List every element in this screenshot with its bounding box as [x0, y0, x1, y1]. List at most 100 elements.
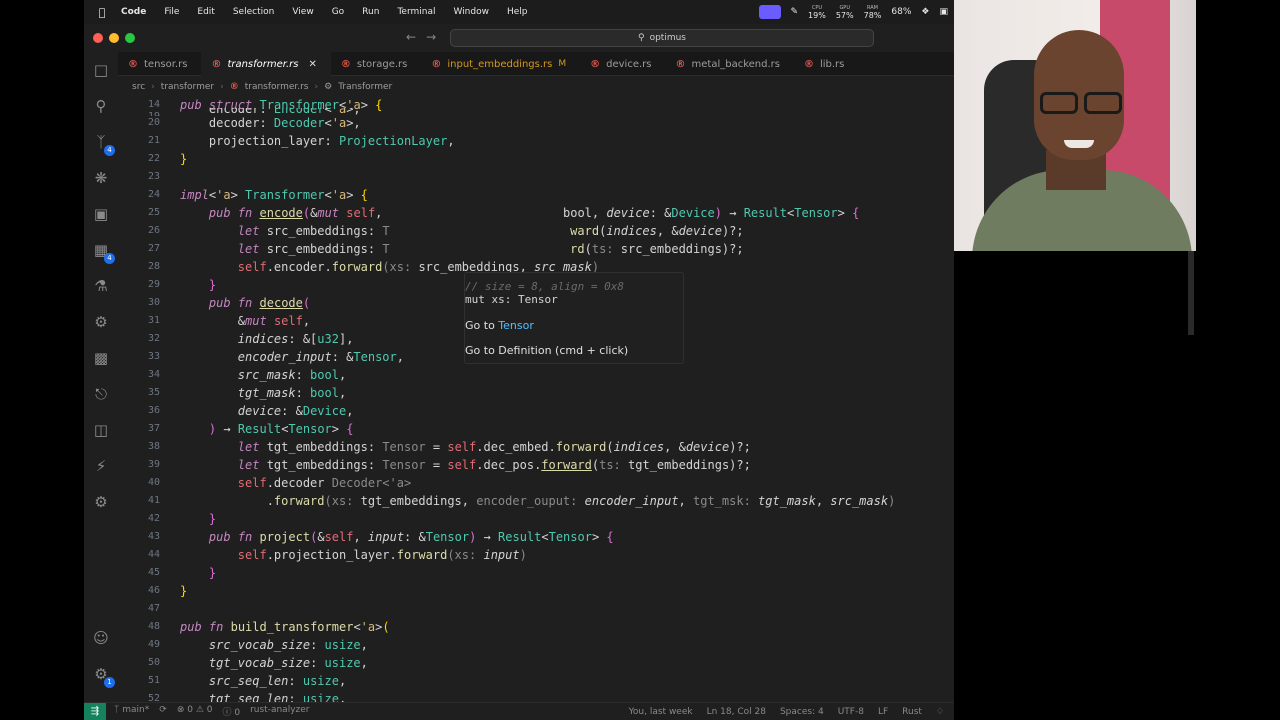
back-arrow-icon[interactable]: ← [406, 30, 416, 44]
code-line: 50 tgt_vocab_size: usize, [147, 656, 368, 670]
forward-arrow-icon[interactable]: → [426, 30, 436, 44]
branch-indicator[interactable]: ᛉ main* [114, 705, 149, 718]
screen-share-icon[interactable] [758, 5, 781, 19]
rust-file-icon: ® [211, 58, 222, 70]
status-bar: ⇶ ᛉ main* ⟳ ⊗ 0 ⚠ 0 ⓘ 0 rust-analyzer Yo… [84, 702, 954, 720]
notifications-bell-icon[interactable]: ♢ [936, 707, 944, 717]
code-line: 41 .forward(xs: tgt_embeddings, encoder_… [147, 494, 896, 508]
manage-badge: 1 [104, 677, 115, 688]
code-line: 37 ) → Result<Tensor> { [147, 422, 354, 436]
menu-app[interactable]: Code [112, 7, 155, 17]
menu-help[interactable]: Help [498, 7, 537, 17]
zoom-window-button[interactable] [125, 33, 135, 43]
copilot-icon[interactable]: ⚙ [91, 312, 111, 332]
tab-tensor[interactable]: ® tensor.rs [118, 52, 201, 76]
tab-transformer[interactable]: ® transformer.rs ✕ [201, 52, 331, 76]
cpu-stat[interactable]: CPU 19% [808, 5, 826, 20]
close-window-button[interactable] [93, 33, 103, 43]
menu-terminal[interactable]: Terminal [388, 7, 444, 17]
close-tab-icon[interactable]: ✕ [308, 59, 316, 70]
command-center-search[interactable]: ⚲ optimus [450, 29, 874, 47]
breadcrumb: src › transformer › ® transformer.rs › ⚙ Tr… [132, 80, 392, 94]
thunder-icon[interactable]: ⚡ [91, 456, 111, 476]
menu-file[interactable]: File [155, 7, 188, 17]
webcam-overlay [954, 0, 1196, 251]
editor-tabs: ® tensor.rs ® transformer.rs ✕ ® storage.rs … [118, 52, 954, 76]
ram-stat[interactable]: RAM 78% [864, 5, 882, 20]
menu-window[interactable]: Window [444, 7, 498, 17]
tab-device[interactable]: ® device.rs [580, 52, 665, 76]
containers-icon[interactable]: ◫ [91, 420, 111, 440]
modified-badge: M [558, 59, 567, 69]
breadcrumb-file[interactable]: transformer.rs [245, 82, 309, 92]
problems-indicator[interactable]: ⊗ 0 ⚠ 0 [177, 705, 213, 718]
breadcrumb-folder[interactable]: transformer [161, 82, 214, 92]
chevron-right-icon: › [220, 82, 224, 92]
editor-scrollbar[interactable] [1188, 251, 1194, 335]
info-indicator[interactable]: ⓘ 0 [222, 705, 240, 718]
search-icon: ⚲ [637, 33, 645, 43]
code-line: 20 decoder: Decoder<'a>, [147, 116, 361, 130]
tab-storage[interactable]: ® storage.rs [331, 52, 422, 76]
vscode-window: ← → ⚲ optimus □ ⚲ ᛉ4 ❋ ▣ ▦ 4 ⚗ ⚙ ▩ ⎋ ◫ ⚡ … [84, 24, 954, 720]
menu-run[interactable]: Run [353, 7, 388, 17]
glasses [1036, 92, 1128, 114]
indentation[interactable]: Spaces: 4 [780, 707, 824, 717]
apple-icon[interactable]:  [92, 6, 112, 19]
lsp-status[interactable]: rust-analyzer [250, 705, 309, 718]
explorer-icon[interactable]: □ [91, 60, 111, 80]
macos-menubar:  Code File Edit Selection View Go Run T… [84, 0, 954, 24]
source-control-icon[interactable]: ᛉ4 [91, 132, 115, 156]
menu-view[interactable]: View [283, 7, 322, 17]
code-line: 35 tgt_mask: bool, [147, 386, 347, 400]
git-graph-icon[interactable]: ⎋ [91, 384, 111, 404]
extensions-icon[interactable]: ▦ 4 [91, 240, 115, 264]
minimize-window-button[interactable] [109, 33, 119, 43]
gpu-stat[interactable]: GPU 57% [836, 5, 854, 20]
tab-metal-backend[interactable]: ® metal_backend.rs [666, 52, 794, 76]
rust-file-icon: ® [590, 58, 601, 70]
goto-definition-link[interactable]: Go to Definition (cmd + click) [465, 344, 628, 357]
manage-gear-icon[interactable]: ⚙ 1 [91, 664, 115, 688]
menu-go[interactable]: Go [323, 7, 353, 17]
docker-icon[interactable]: ▩ [91, 348, 111, 368]
debug-icon[interactable]: ❋ [91, 168, 111, 188]
code-editor[interactable]: 14pub struct Transformer<'a> { 19 encode… [118, 96, 954, 702]
git-blame[interactable]: You, last week [629, 707, 693, 717]
hover-layout-comment: // size = 8, align = 0x8 [465, 280, 624, 293]
testing-icon[interactable]: ⚗ [91, 276, 111, 296]
language-mode[interactable]: Rust [902, 707, 922, 717]
code-line: 38 let tgt_embeddings: Tensor = self.dec… [147, 440, 751, 454]
code-line: 45 } [147, 566, 217, 580]
line-endings[interactable]: LF [878, 707, 888, 717]
encoding[interactable]: UTF-8 [838, 707, 864, 717]
tab-input-embeddings[interactable]: ® input_embeddings.rs M [421, 52, 580, 76]
code-line: 22} [147, 152, 188, 166]
struct-icon: ⚙ [324, 82, 333, 92]
breadcrumb-symbol[interactable]: Transformer [338, 82, 392, 92]
menu-edit[interactable]: Edit [188, 7, 223, 17]
code-line: 42 } [147, 512, 217, 526]
goto-type-link[interactable]: Go to Tensor [465, 319, 534, 332]
settings-sync-icon[interactable]: ⚙ [91, 492, 111, 512]
breadcrumb-src[interactable]: src [132, 82, 145, 92]
brush-icon[interactable]: ✎ [791, 7, 799, 17]
tab-lib[interactable]: ® lib.rs [794, 52, 858, 76]
code-line: 52 tgt_seq_len: usize, [147, 692, 347, 702]
code-line: 26 let src_embeddings: T ward(indices, &… [147, 224, 744, 238]
code-line: 25 pub fn encode(&mut self, bool, device… [147, 206, 860, 220]
remote-explorer-icon[interactable]: ▣ [91, 204, 111, 224]
rust-file-icon: ® [803, 58, 814, 70]
account-icon[interactable]: ☺ [91, 628, 111, 648]
rust-file-icon: ® [431, 58, 442, 70]
sync-icon[interactable]: ⟳ [159, 705, 167, 718]
menu-selection[interactable]: Selection [224, 7, 283, 17]
bluetooth-icon[interactable]: ❖ [921, 7, 929, 17]
display-icon[interactable]: ▣ [939, 7, 948, 17]
search-activity-icon[interactable]: ⚲ [91, 96, 111, 116]
hover-signature: mut xs: Tensor [465, 293, 558, 306]
remote-indicator-icon[interactable]: ⇶ [84, 702, 106, 720]
rust-file-icon: ® [128, 58, 138, 70]
cursor-position[interactable]: Ln 18, Col 28 [707, 707, 766, 717]
battery-percent[interactable]: 68% [891, 7, 911, 17]
